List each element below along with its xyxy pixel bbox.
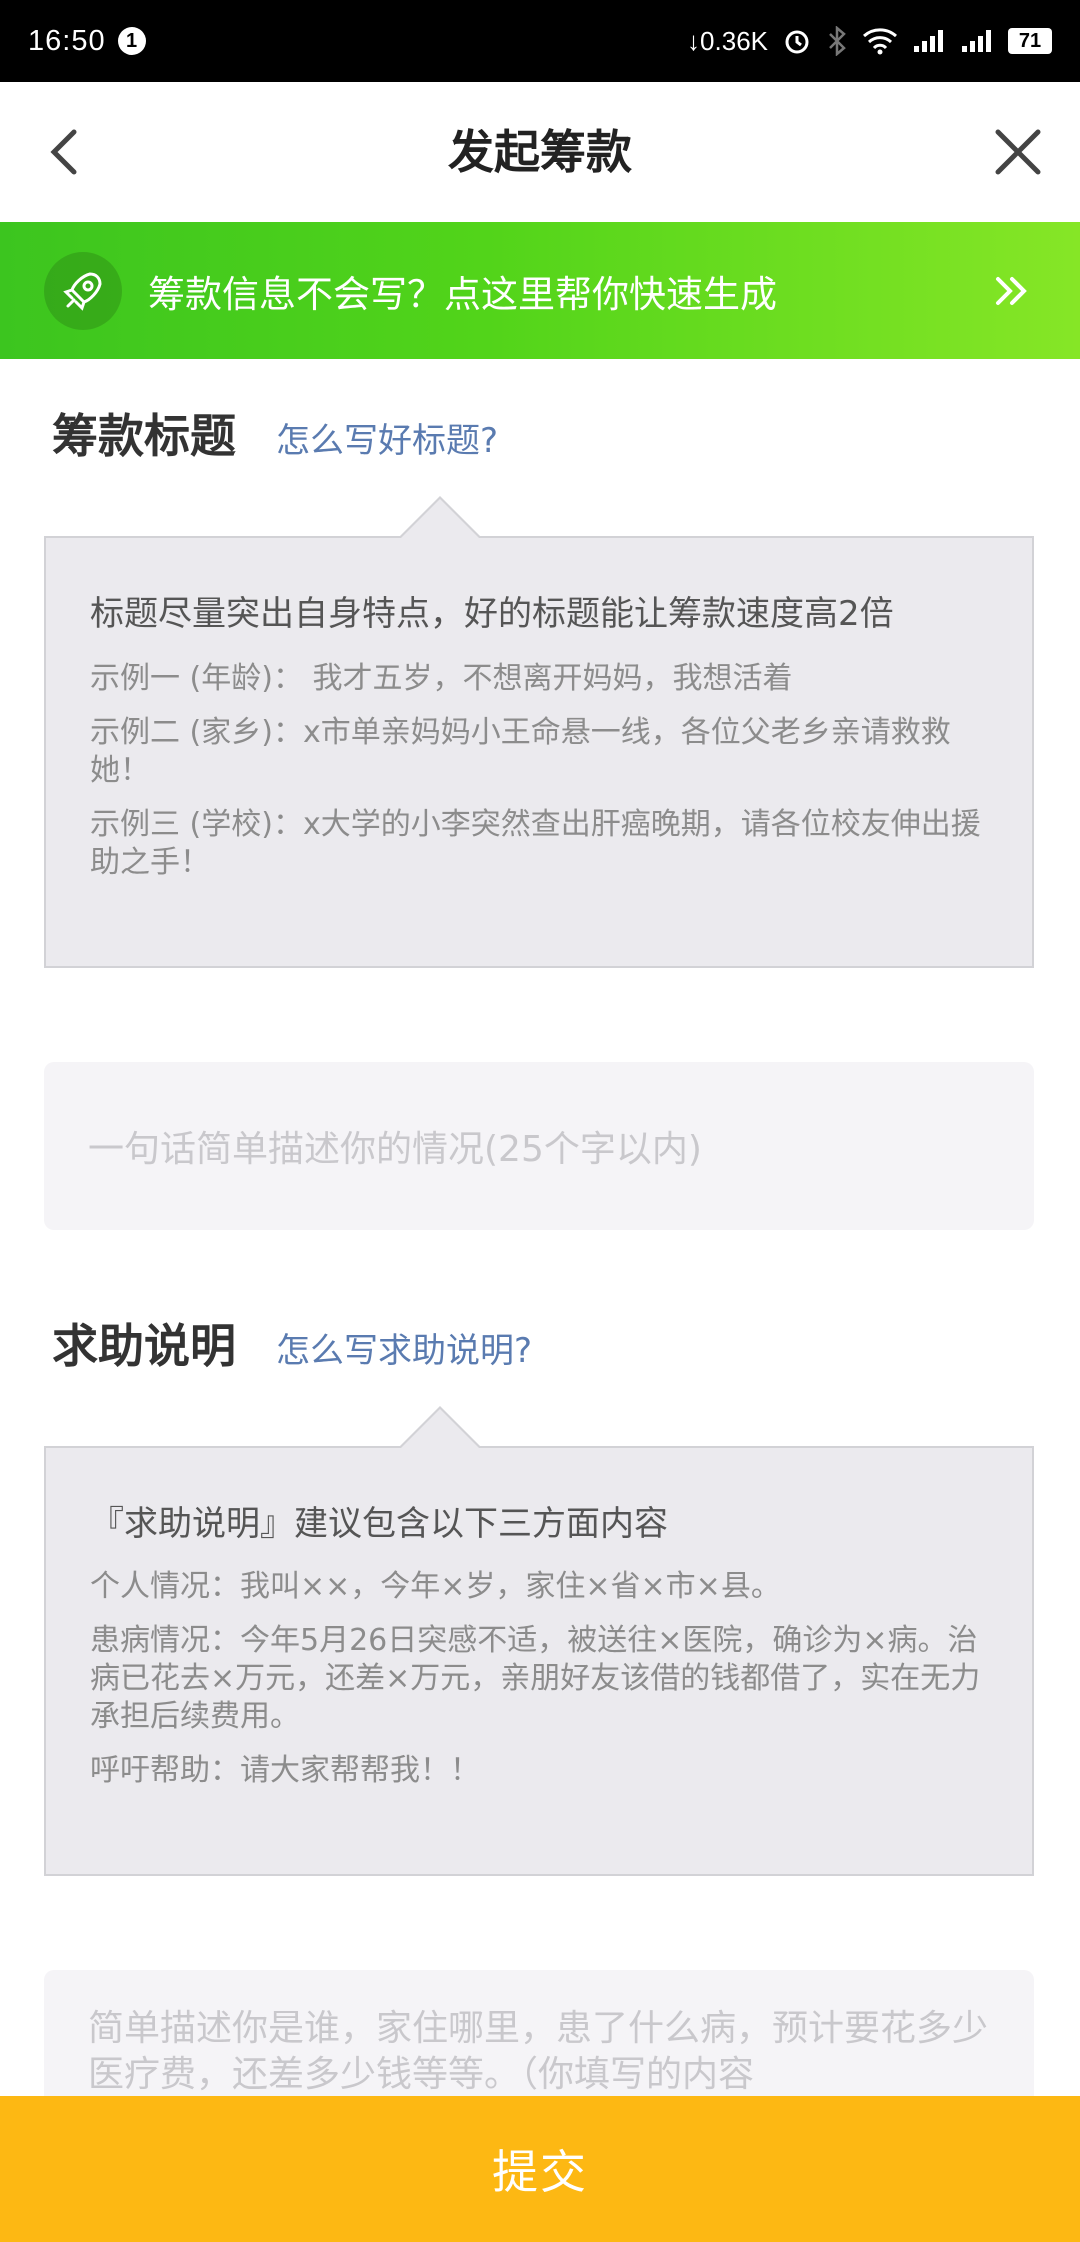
how-to-write-description-link[interactable]: 怎么写求助说明?	[276, 1323, 532, 1372]
description-item-illness: 患病情况：今年5月26日突感不适，被送往×医院，确诊为×病。治病已花去×万元，还…	[90, 1623, 981, 1734]
page-title: 发起筹款	[448, 125, 632, 179]
description-section-header: 求助说明 怎么写求助说明?	[52, 1310, 532, 1376]
battery-icon: 71	[1008, 28, 1052, 54]
description-section-heading: 求助说明	[52, 1319, 236, 1373]
wifi-icon	[862, 27, 898, 55]
title-tip-box: 标题尽量突出自身特点，好的标题能让筹款速度高2倍 示例一 (年龄)： 我才五岁，…	[44, 496, 1034, 968]
description-item-appeal: 呼吁帮助：请大家帮帮我！！	[90, 1753, 480, 1788]
submit-button[interactable]: 提交	[0, 2096, 1080, 2242]
close-button[interactable]	[986, 120, 1050, 184]
network-speed: ↓0.36K	[687, 25, 768, 56]
status-bar: 16:50 1 ↓0.36K 71	[0, 0, 1080, 82]
banner-text: 筹款信息不会写？点这里帮你快速生成	[148, 272, 777, 316]
bluetooth-icon	[826, 26, 848, 56]
alarm-icon	[782, 26, 812, 56]
title-tip-heading: 标题尽量突出自身特点，好的标题能让筹款速度高2倍	[90, 594, 894, 634]
title-example-3: 示例三 (学校)：x大学的小李突然查出肝癌晚期，请各位校友伸出援助之手！	[90, 807, 981, 880]
title-example-2: 示例二 (家乡)：x市单亲妈妈小王命悬一线，各位父老乡亲请救救她！	[90, 715, 951, 788]
description-item-personal: 个人情况：我叫××，今年×岁，家住×省×市×县。	[90, 1569, 781, 1604]
title-section-heading: 筹款标题	[52, 409, 236, 463]
signal-icon-2	[960, 28, 994, 54]
description-tip-heading: 『求助说明』建议包含以下三方面内容	[90, 1504, 668, 1544]
description-input-placeholder: 简单描述你是谁，家住哪里，患了什么病，预计要花多少医疗费，还差多少钱等等。（你填…	[88, 2008, 989, 2095]
quick-generate-banner[interactable]: 筹款信息不会写？点这里帮你快速生成	[0, 222, 1080, 359]
title-input-placeholder: 一句话简单描述你的情况(25个字以内)	[88, 1129, 702, 1170]
clock: 16:50	[28, 24, 106, 57]
header: 发起筹款	[0, 82, 1080, 222]
title-example-1: 示例一 (年龄)： 我才五岁，不想离开妈妈，我想活着	[90, 661, 793, 696]
description-tip-box: 『求助说明』建议包含以下三方面内容 个人情况：我叫××，今年×岁，家住×省×市×…	[44, 1406, 1034, 1876]
submit-label: 提交	[492, 2145, 588, 2199]
title-input[interactable]: 一句话简单描述你的情况(25个字以内)	[44, 1062, 1034, 1230]
rocket-icon	[44, 251, 122, 330]
close-icon	[995, 129, 1041, 175]
title-section-header: 筹款标题 怎么写好标题?	[52, 400, 498, 466]
double-chevron-right-icon	[996, 276, 1027, 305]
signal-icon-1	[912, 28, 946, 54]
notification-badge: 1	[117, 27, 146, 55]
how-to-write-title-link[interactable]: 怎么写好标题?	[276, 413, 498, 462]
